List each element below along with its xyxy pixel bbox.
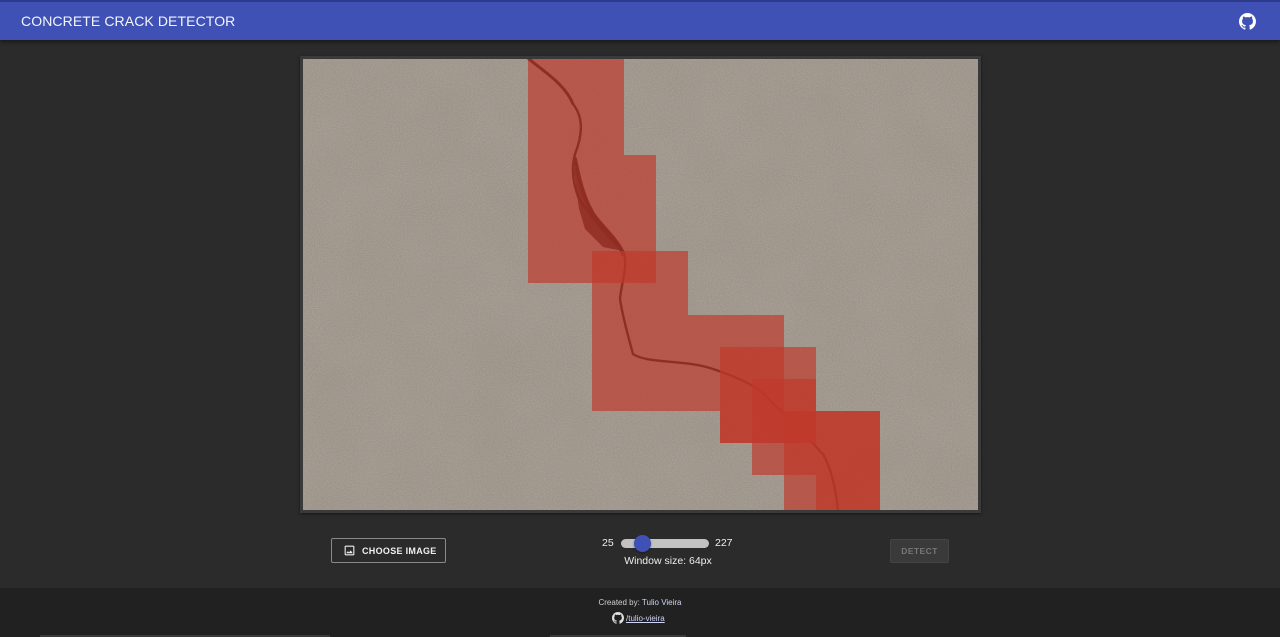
detect-button[interactable]: DETECT <box>890 539 949 563</box>
credit-line: Created by: Tulio Vieira <box>0 598 1280 607</box>
created-by-label: Created by: <box>598 598 640 607</box>
github-icon <box>612 612 624 624</box>
slider-thumb[interactable] <box>634 535 651 552</box>
github-icon[interactable] <box>1238 12 1256 30</box>
footer: Created by: Tulio Vieira /tulio-vieira <box>0 588 1280 637</box>
controls: CHOOSE IMAGE 25 227 Window size: 64px DE… <box>0 532 1280 572</box>
app-bar: CONCRETE CRACK DETECTOR <box>0 0 1280 40</box>
github-handle: /tulio-vieira <box>626 613 665 623</box>
window-size-slider: 25 227 Window size: 64px <box>600 534 740 570</box>
choose-image-button[interactable]: CHOOSE IMAGE <box>331 538 446 563</box>
slider-min-value: 25 <box>602 537 614 549</box>
crack-image <box>303 59 978 510</box>
github-profile-link[interactable]: /tulio-vieira <box>612 612 665 624</box>
window-size-label: Window size: 64px <box>624 555 712 567</box>
image-icon <box>343 544 356 557</box>
app-title: CONCRETE CRACK DETECTOR <box>21 13 236 29</box>
slider-max-value: 227 <box>715 537 733 549</box>
choose-image-label: CHOOSE IMAGE <box>362 545 437 556</box>
author-name: Tulio Vieira <box>641 598 682 607</box>
image-preview <box>300 56 981 513</box>
